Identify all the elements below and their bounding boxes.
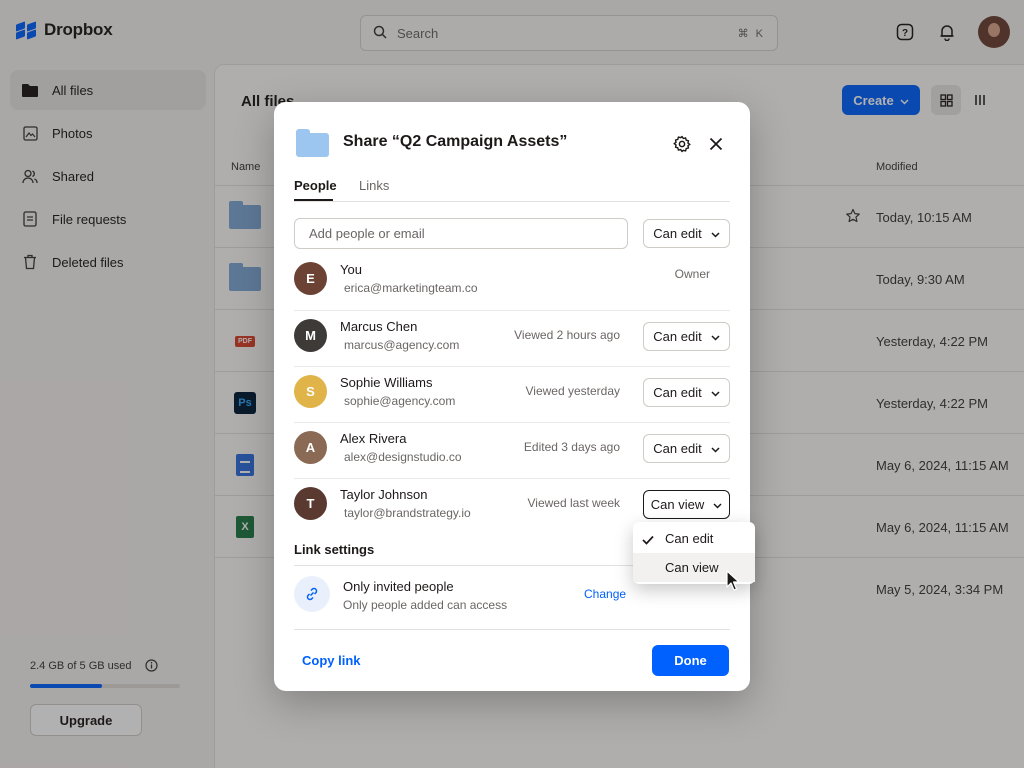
dialog-title: Share “Q2 Campaign Assets” bbox=[343, 133, 568, 150]
mouse-cursor-icon bbox=[726, 570, 740, 591]
person-name: Alex Rivera bbox=[340, 431, 407, 446]
close-icon[interactable] bbox=[704, 132, 728, 156]
permission-label: Can view bbox=[650, 497, 705, 512]
add-people-input[interactable] bbox=[294, 218, 628, 249]
permission-dropdown[interactable]: Can edit bbox=[643, 322, 730, 351]
person-name: Sophie Williams bbox=[340, 375, 433, 390]
menu-item-can-edit[interactable]: Can edit bbox=[633, 524, 755, 553]
share-tabs: People Links bbox=[294, 176, 730, 202]
link-access-description: Only people added can access bbox=[343, 598, 508, 612]
link-settings-heading: Link settings bbox=[294, 542, 375, 557]
chevron-down-icon bbox=[711, 329, 720, 344]
link-access-title: Only invited people bbox=[343, 579, 454, 594]
avatar: T bbox=[294, 487, 327, 520]
chevron-down-icon bbox=[711, 385, 720, 400]
person-email: taylor@brandstrategy.io bbox=[344, 506, 471, 520]
avatar: M bbox=[294, 319, 327, 352]
check-icon bbox=[642, 533, 654, 548]
change-link-access-link[interactable]: Change bbox=[584, 587, 626, 601]
person-name: You bbox=[340, 262, 362, 277]
gear-icon[interactable] bbox=[670, 132, 694, 156]
avatar: A bbox=[294, 431, 327, 464]
permission-label: Can edit bbox=[653, 226, 702, 241]
person-email: marcus@agency.com bbox=[344, 338, 460, 352]
tab-links[interactable]: Links bbox=[359, 178, 389, 193]
person-activity: Viewed last week bbox=[527, 496, 621, 510]
person-activity: Viewed yesterday bbox=[525, 384, 621, 398]
owner-label: Owner bbox=[674, 267, 710, 281]
chevron-down-icon bbox=[713, 497, 722, 512]
add-permission-dropdown[interactable]: Can edit bbox=[643, 219, 730, 248]
permission-dropdown[interactable]: Can edit bbox=[643, 378, 730, 407]
menu-item-label: Can edit bbox=[665, 531, 714, 546]
chevron-down-icon bbox=[711, 226, 720, 241]
permission-label: Can edit bbox=[653, 385, 702, 400]
avatar: S bbox=[294, 375, 327, 408]
person-activity: Edited 3 days ago bbox=[523, 440, 620, 454]
tab-people[interactable]: People bbox=[294, 178, 337, 193]
person-name: Taylor Johnson bbox=[340, 487, 428, 502]
person-activity: Viewed 2 hours ago bbox=[514, 328, 620, 342]
permission-dropdown[interactable]: Can edit bbox=[643, 434, 730, 463]
share-dialog: Share “Q2 Campaign Assets” People Links … bbox=[274, 102, 750, 691]
chevron-down-icon bbox=[711, 441, 720, 456]
person-name: Marcus Chen bbox=[340, 319, 418, 334]
permission-dropdown[interactable]: Can view bbox=[643, 490, 730, 519]
active-tab-indicator bbox=[294, 199, 333, 201]
done-button[interactable]: Done bbox=[652, 645, 729, 676]
person-email: sophie@agency.com bbox=[344, 394, 456, 408]
person-email: alex@designstudio.co bbox=[344, 450, 462, 464]
link-icon bbox=[294, 576, 330, 612]
menu-item-label: Can view bbox=[665, 560, 719, 575]
permission-label: Can edit bbox=[653, 329, 702, 344]
person-row: E You erica@marketingteam.co Owner bbox=[294, 254, 730, 310]
divider bbox=[294, 629, 730, 630]
permission-label: Can edit bbox=[653, 441, 702, 456]
person-email: erica@marketingteam.co bbox=[344, 281, 478, 295]
folder-icon bbox=[296, 129, 329, 157]
copy-link-button[interactable]: Copy link bbox=[302, 653, 361, 668]
avatar: E bbox=[294, 262, 327, 295]
